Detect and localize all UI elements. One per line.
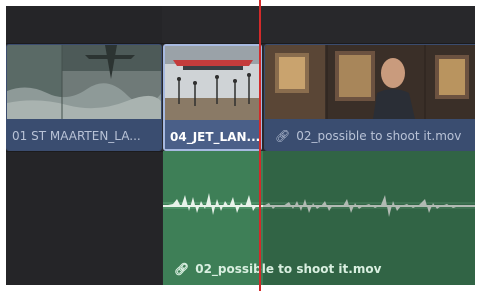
clip-name: 02_possible to shoot it.mov (195, 262, 382, 276)
clip-name: 01 ST MAARTEN_LA... (12, 129, 141, 143)
clip-name-bar: 04_JET_LAN... (165, 120, 260, 149)
clip-name-row: 🔗︎ 02_possible to shoot it.mov (174, 262, 381, 276)
video-clip-possible-to-shoot[interactable]: 🔗︎ 02_possible to shoot it.mov (264, 44, 475, 151)
interview-thumbnail (265, 45, 475, 119)
video-clip-jet-landing[interactable]: 04_JET_LAN... (163, 44, 262, 151)
timeline[interactable]: 01 ST MAARTEN_LA... 04_JET_LAN... 🔗︎ 02_… (6, 6, 475, 285)
editor-frame: 01 ST MAARTEN_LA... 04_JET_LAN... 🔗︎ 02_… (0, 0, 479, 291)
jet-thumbnail (165, 46, 260, 120)
clip-name-bar: 🔗︎ 02_possible to shoot it.mov (265, 119, 475, 150)
clip-thumbnails (265, 45, 475, 119)
clip-thumbnails (165, 46, 260, 120)
link-icon: 🔗︎ (275, 129, 291, 143)
playhead[interactable] (259, 0, 261, 291)
clip-name-row: 🔗︎ 02_possible to shoot it.mov (275, 129, 461, 143)
clip-name: 04_JET_LAN... (170, 130, 261, 144)
audio-clip-possible-to-shoot[interactable]: 🔗︎ 02_possible to shoot it.mov (163, 151, 475, 285)
landscape-thumbnail (7, 45, 161, 119)
clip-thumbnails (7, 45, 161, 119)
video-clip-st-maarten[interactable]: 01 ST MAARTEN_LA... (6, 44, 162, 151)
clip-name-bar: 01 ST MAARTEN_LA... (7, 119, 161, 150)
link-icon: 🔗︎ (174, 262, 190, 276)
clip-name: 02_possible to shoot it.mov (296, 129, 462, 143)
